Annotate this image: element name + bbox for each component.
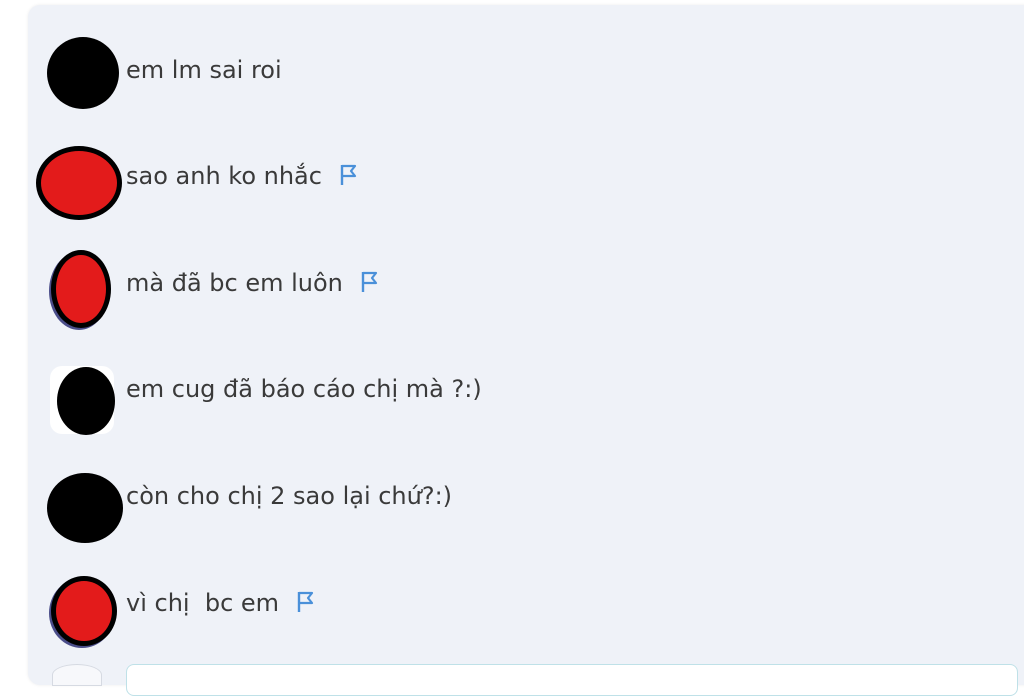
message-text-row: vì chị bc em bbox=[126, 590, 315, 615]
message-text-row: mà đã bc em luôn bbox=[126, 270, 379, 295]
message-text-row: sao anh ko nhắc bbox=[126, 163, 358, 188]
composer-avatar bbox=[52, 664, 102, 686]
message-text: còn cho chị 2 sao lại chứ?:) bbox=[126, 482, 453, 510]
message-input[interactable] bbox=[126, 664, 1018, 696]
flag-icon[interactable] bbox=[338, 163, 358, 187]
avatar[interactable] bbox=[57, 367, 115, 435]
chat-panel bbox=[28, 5, 1024, 685]
message-text: em cug đã báo cáo chị mà ?:) bbox=[126, 375, 482, 403]
flag-icon[interactable] bbox=[295, 590, 315, 614]
message-text: mà đã bc em luôn bbox=[126, 269, 343, 297]
avatar[interactable] bbox=[47, 37, 119, 109]
message-text: vì chị bc em bbox=[126, 589, 280, 617]
message-text: sao anh ko nhắc bbox=[126, 162, 322, 190]
avatar[interactable] bbox=[36, 146, 122, 220]
flag-icon[interactable] bbox=[359, 270, 379, 294]
avatar[interactable] bbox=[51, 250, 111, 328]
avatar[interactable] bbox=[47, 473, 123, 543]
message-text: em lm sai roi bbox=[126, 56, 282, 84]
avatar[interactable] bbox=[51, 576, 117, 646]
